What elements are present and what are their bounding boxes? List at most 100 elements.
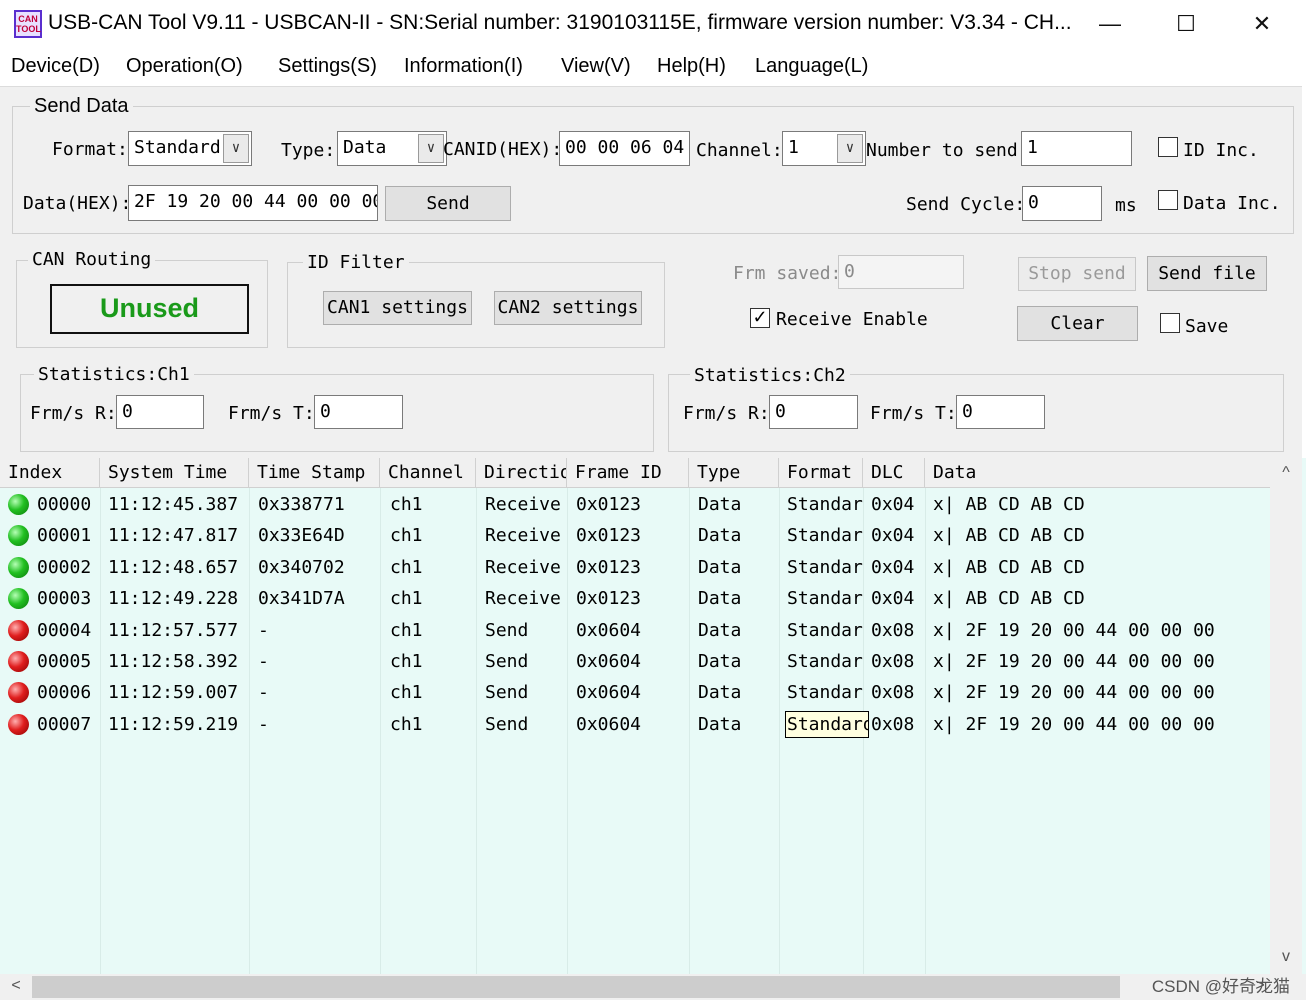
channel-combo[interactable]: 1 ∨ <box>782 131 866 166</box>
header-system-time[interactable]: System Time <box>100 458 249 488</box>
cell-type: Data <box>698 556 742 578</box>
cell-data: x| AB CD AB CD <box>933 525 1085 547</box>
header-data[interactable]: Data <box>925 458 1270 488</box>
cell-frame-id: 0x0123 <box>576 588 642 610</box>
canid-input[interactable]: 00 00 06 04 <box>559 131 690 166</box>
chevron-down-icon[interactable]: ∨ <box>223 134 249 163</box>
scroll-left-icon[interactable]: < <box>6 977 26 995</box>
receive-enable-checkbox[interactable]: ✓ <box>750 308 770 328</box>
cell-frame-id: 0x0123 <box>576 525 642 547</box>
cell-index: 00001 <box>37 525 92 547</box>
ch1-frm-t-value: 0 <box>314 395 403 429</box>
window-title: USB-CAN Tool V9.11 - USBCAN-II - SN:Seri… <box>48 11 1072 34</box>
menu-language[interactable]: Language(L) <box>755 55 868 78</box>
menu-information[interactable]: Information(I) <box>404 55 523 78</box>
header-time-stamp[interactable]: Time Stamp <box>249 458 380 488</box>
watermark-text: CSDN @好奇龙猫 <box>1151 977 1290 996</box>
data-hex-input[interactable]: 2F 19 20 00 44 00 00 00 <box>128 185 378 221</box>
header-dlc[interactable]: DLC <box>863 458 925 488</box>
cell-dlc: 0x08 <box>871 682 915 704</box>
cell-index: 00007 <box>37 713 92 735</box>
data-hex-label: Data(HEX): <box>23 193 132 214</box>
send-status-icon <box>8 682 29 704</box>
can1-settings-button[interactable]: CAN1 settings <box>323 291 472 325</box>
cell-channel: ch1 <box>390 713 423 735</box>
minimize-button[interactable]: — <box>1088 6 1132 42</box>
chevron-down-icon[interactable]: ∨ <box>837 134 863 163</box>
channel-value: 1 <box>788 137 799 158</box>
header-frame-id[interactable]: Frame ID <box>567 458 689 488</box>
chevron-down-icon[interactable]: ∨ <box>418 134 444 163</box>
table-header: Index System Time Time Stamp Channel Dir… <box>0 458 1270 488</box>
data-inc-label: Data Inc. <box>1183 193 1281 214</box>
table-row[interactable]: 00005 11:12:58.392- ch1 Send 0x0604 Data Stand… <box>0 646 1270 677</box>
table-row[interactable]: 00004 11:12:57.577- ch1 Send 0x0604 Data Stand… <box>0 615 1270 646</box>
clear-button[interactable]: Clear <box>1017 306 1138 341</box>
table-row[interactable]: 00000 11:12:45.387 0x338771 ch1 Receive 0x012… <box>0 489 1270 520</box>
maximize-button[interactable]: ☐ <box>1164 6 1208 42</box>
format-combo[interactable]: Standard ∨ <box>128 131 252 166</box>
send-cycle-input[interactable]: 0 <box>1022 186 1102 221</box>
cell-time-stamp: 0x341D7A <box>258 588 345 610</box>
routing-status-button[interactable]: Unused <box>50 284 249 334</box>
menu-operation[interactable]: Operation(O) <box>126 55 243 78</box>
receive-enable-label: Receive Enable <box>776 309 928 330</box>
type-label: Type: <box>281 140 336 161</box>
cell-frame-id: 0x0604 <box>576 651 642 672</box>
cell-system-time: 11:12:57.577 <box>108 619 239 641</box>
header-type[interactable]: Type <box>689 458 779 488</box>
table-row[interactable]: 00002 11:12:48.657 0x340702 ch1 Receive 0x012… <box>0 552 1270 583</box>
menu-view[interactable]: View(V) <box>561 55 631 78</box>
table-row[interactable]: 00007 11:12:59.219- ch1 Send 0x0604 Data Stand… <box>0 709 1270 740</box>
cell-type: Data <box>698 525 742 547</box>
id-inc-checkbox[interactable] <box>1158 137 1178 157</box>
horizontal-scroll-thumb[interactable] <box>32 976 1120 998</box>
header-direction[interactable]: Directio <box>476 458 567 488</box>
header-index[interactable]: Index <box>0 458 100 488</box>
send-button[interactable]: Send <box>385 186 511 221</box>
cell-time-stamp: - <box>258 651 269 672</box>
ch2-frm-r-value: 0 <box>769 395 858 429</box>
receive-status-icon <box>8 525 29 547</box>
number-to-send-input[interactable]: 1 <box>1021 131 1132 166</box>
cell-type: Data <box>698 682 742 704</box>
header-channel[interactable]: Channel <box>380 458 476 488</box>
ch1-frm-t-label: Frm/s T: <box>228 403 315 424</box>
send-cycle-unit: ms <box>1115 195 1137 216</box>
cell-dlc: 0x08 <box>871 619 915 641</box>
type-combo[interactable]: Data ∨ <box>337 131 447 166</box>
cell-system-time: 11:12:59.219 <box>108 713 239 735</box>
close-button[interactable]: ✕ <box>1240 6 1284 42</box>
statistics-ch1-title: Statistics:Ch1 <box>34 364 194 385</box>
can2-settings-button[interactable]: CAN2 settings <box>494 291 642 325</box>
menu-help[interactable]: Help(H) <box>657 55 726 78</box>
send-file-button[interactable]: Send file <box>1147 256 1267 291</box>
table-row[interactable]: 00006 11:12:59.007- ch1 Send 0x0604 Data Stand… <box>0 677 1270 708</box>
cell-data: x| 2F 19 20 00 44 00 00 00 <box>933 619 1215 641</box>
cell-channel: ch1 <box>390 651 423 672</box>
cell-data: x| 2F 19 20 00 44 00 00 00 <box>933 682 1215 704</box>
ch2-frm-r-label: Frm/s R: <box>683 403 770 424</box>
scroll-up-icon[interactable]: ^ <box>1270 464 1302 482</box>
scroll-down-icon[interactable]: v <box>1270 948 1302 966</box>
ch2-frm-t-label: Frm/s T: <box>870 403 957 424</box>
cell-time-stamp: 0x33E64D <box>258 525 345 547</box>
cell-index: 00004 <box>37 619 92 641</box>
menu-device[interactable]: Device(D) <box>11 55 100 78</box>
stop-send-button[interactable]: Stop send <box>1018 257 1136 291</box>
number-to-send-label: Number to send: <box>866 140 1029 161</box>
table-row[interactable]: 00003 11:12:49.228 0x341D7A ch1 Receive 0x012… <box>0 583 1270 614</box>
data-inc-checkbox[interactable] <box>1158 190 1178 210</box>
send-status-icon <box>8 713 29 735</box>
menu-settings[interactable]: Settings(S) <box>278 55 377 78</box>
cell-dlc: 0x04 <box>871 494 915 515</box>
cell-dlc: 0x04 <box>871 588 915 610</box>
table-row[interactable]: 00001 11:12:47.817 0x33E64D ch1 Receive 0x012… <box>0 520 1270 551</box>
save-checkbox[interactable] <box>1160 313 1180 333</box>
vertical-scrollbar[interactable]: ^ v <box>1270 458 1302 974</box>
cell-format: Standar <box>787 556 863 578</box>
cell-time-stamp: - <box>258 682 269 704</box>
header-format[interactable]: Format <box>779 458 863 488</box>
cell-format: Standar <box>787 619 863 641</box>
cell-system-time: 11:12:45.387 <box>108 494 239 515</box>
